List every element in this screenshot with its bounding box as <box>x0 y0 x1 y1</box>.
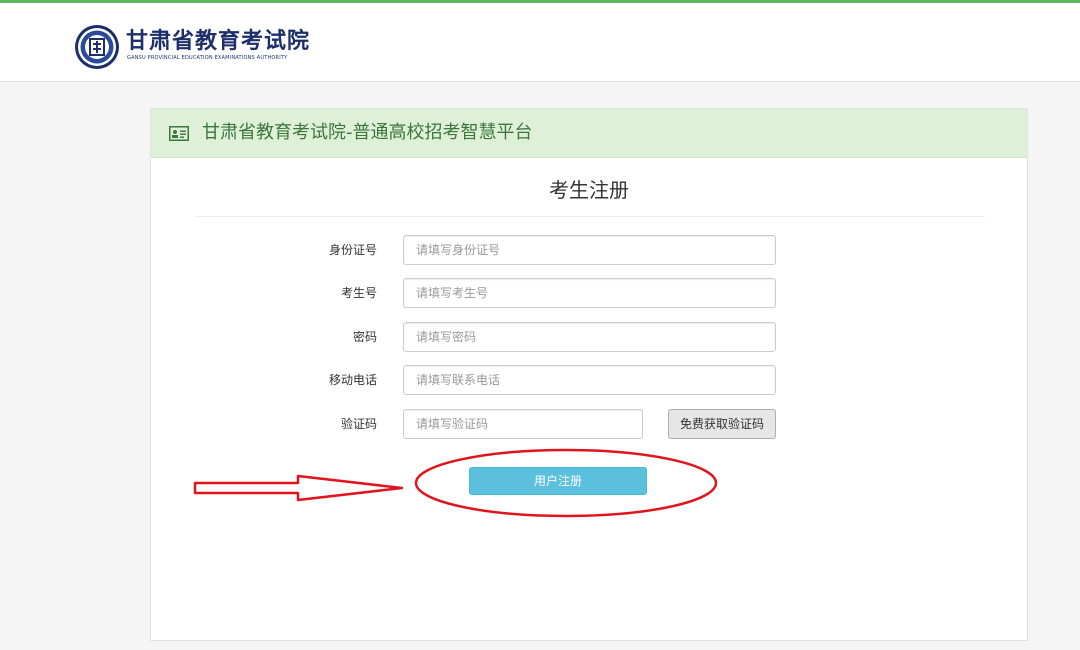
org-name: 甘肃省教育考试院 <box>126 29 311 54</box>
exam-number-input[interactable] <box>403 278 776 308</box>
get-verification-code-button[interactable]: 免费获取验证码 <box>668 409 776 439</box>
password-input[interactable] <box>403 322 776 352</box>
form-title: 考生注册 <box>549 178 629 202</box>
org-emblem-icon <box>75 25 119 69</box>
panel-title: 甘肃省教育考试院-普通高校招考智慧平台 <box>202 122 533 143</box>
register-button[interactable]: 用户注册 <box>469 467 647 495</box>
registration-panel: 甘肃省教育考试院-普通高校招考智慧平台 考生注册 身份证号 考生号 密码 移动电… <box>150 108 1028 641</box>
panel-header: 甘肃省教育考试院-普通高校招考智慧平台 <box>151 109 1027 158</box>
mobile-phone-input[interactable] <box>403 365 776 395</box>
id-number-input[interactable] <box>403 235 776 265</box>
mobile-phone-label: 移动电话 <box>328 373 377 387</box>
verification-code-label: 验证码 <box>340 417 377 431</box>
site-header: 甘肃省教育考试院 GANSU PROVINCIAL EDUCATION EXAM… <box>0 3 1080 82</box>
org-name-english: GANSU PROVINCIAL EDUCATION EXAMINATIONS … <box>127 55 288 61</box>
exam-number-label: 考生号 <box>340 286 377 300</box>
id-number-label: 身份证号 <box>328 243 377 257</box>
verification-code-input[interactable] <box>403 409 643 439</box>
id-card-icon <box>169 126 189 141</box>
form-divider <box>195 216 985 217</box>
password-label: 密码 <box>352 330 377 344</box>
